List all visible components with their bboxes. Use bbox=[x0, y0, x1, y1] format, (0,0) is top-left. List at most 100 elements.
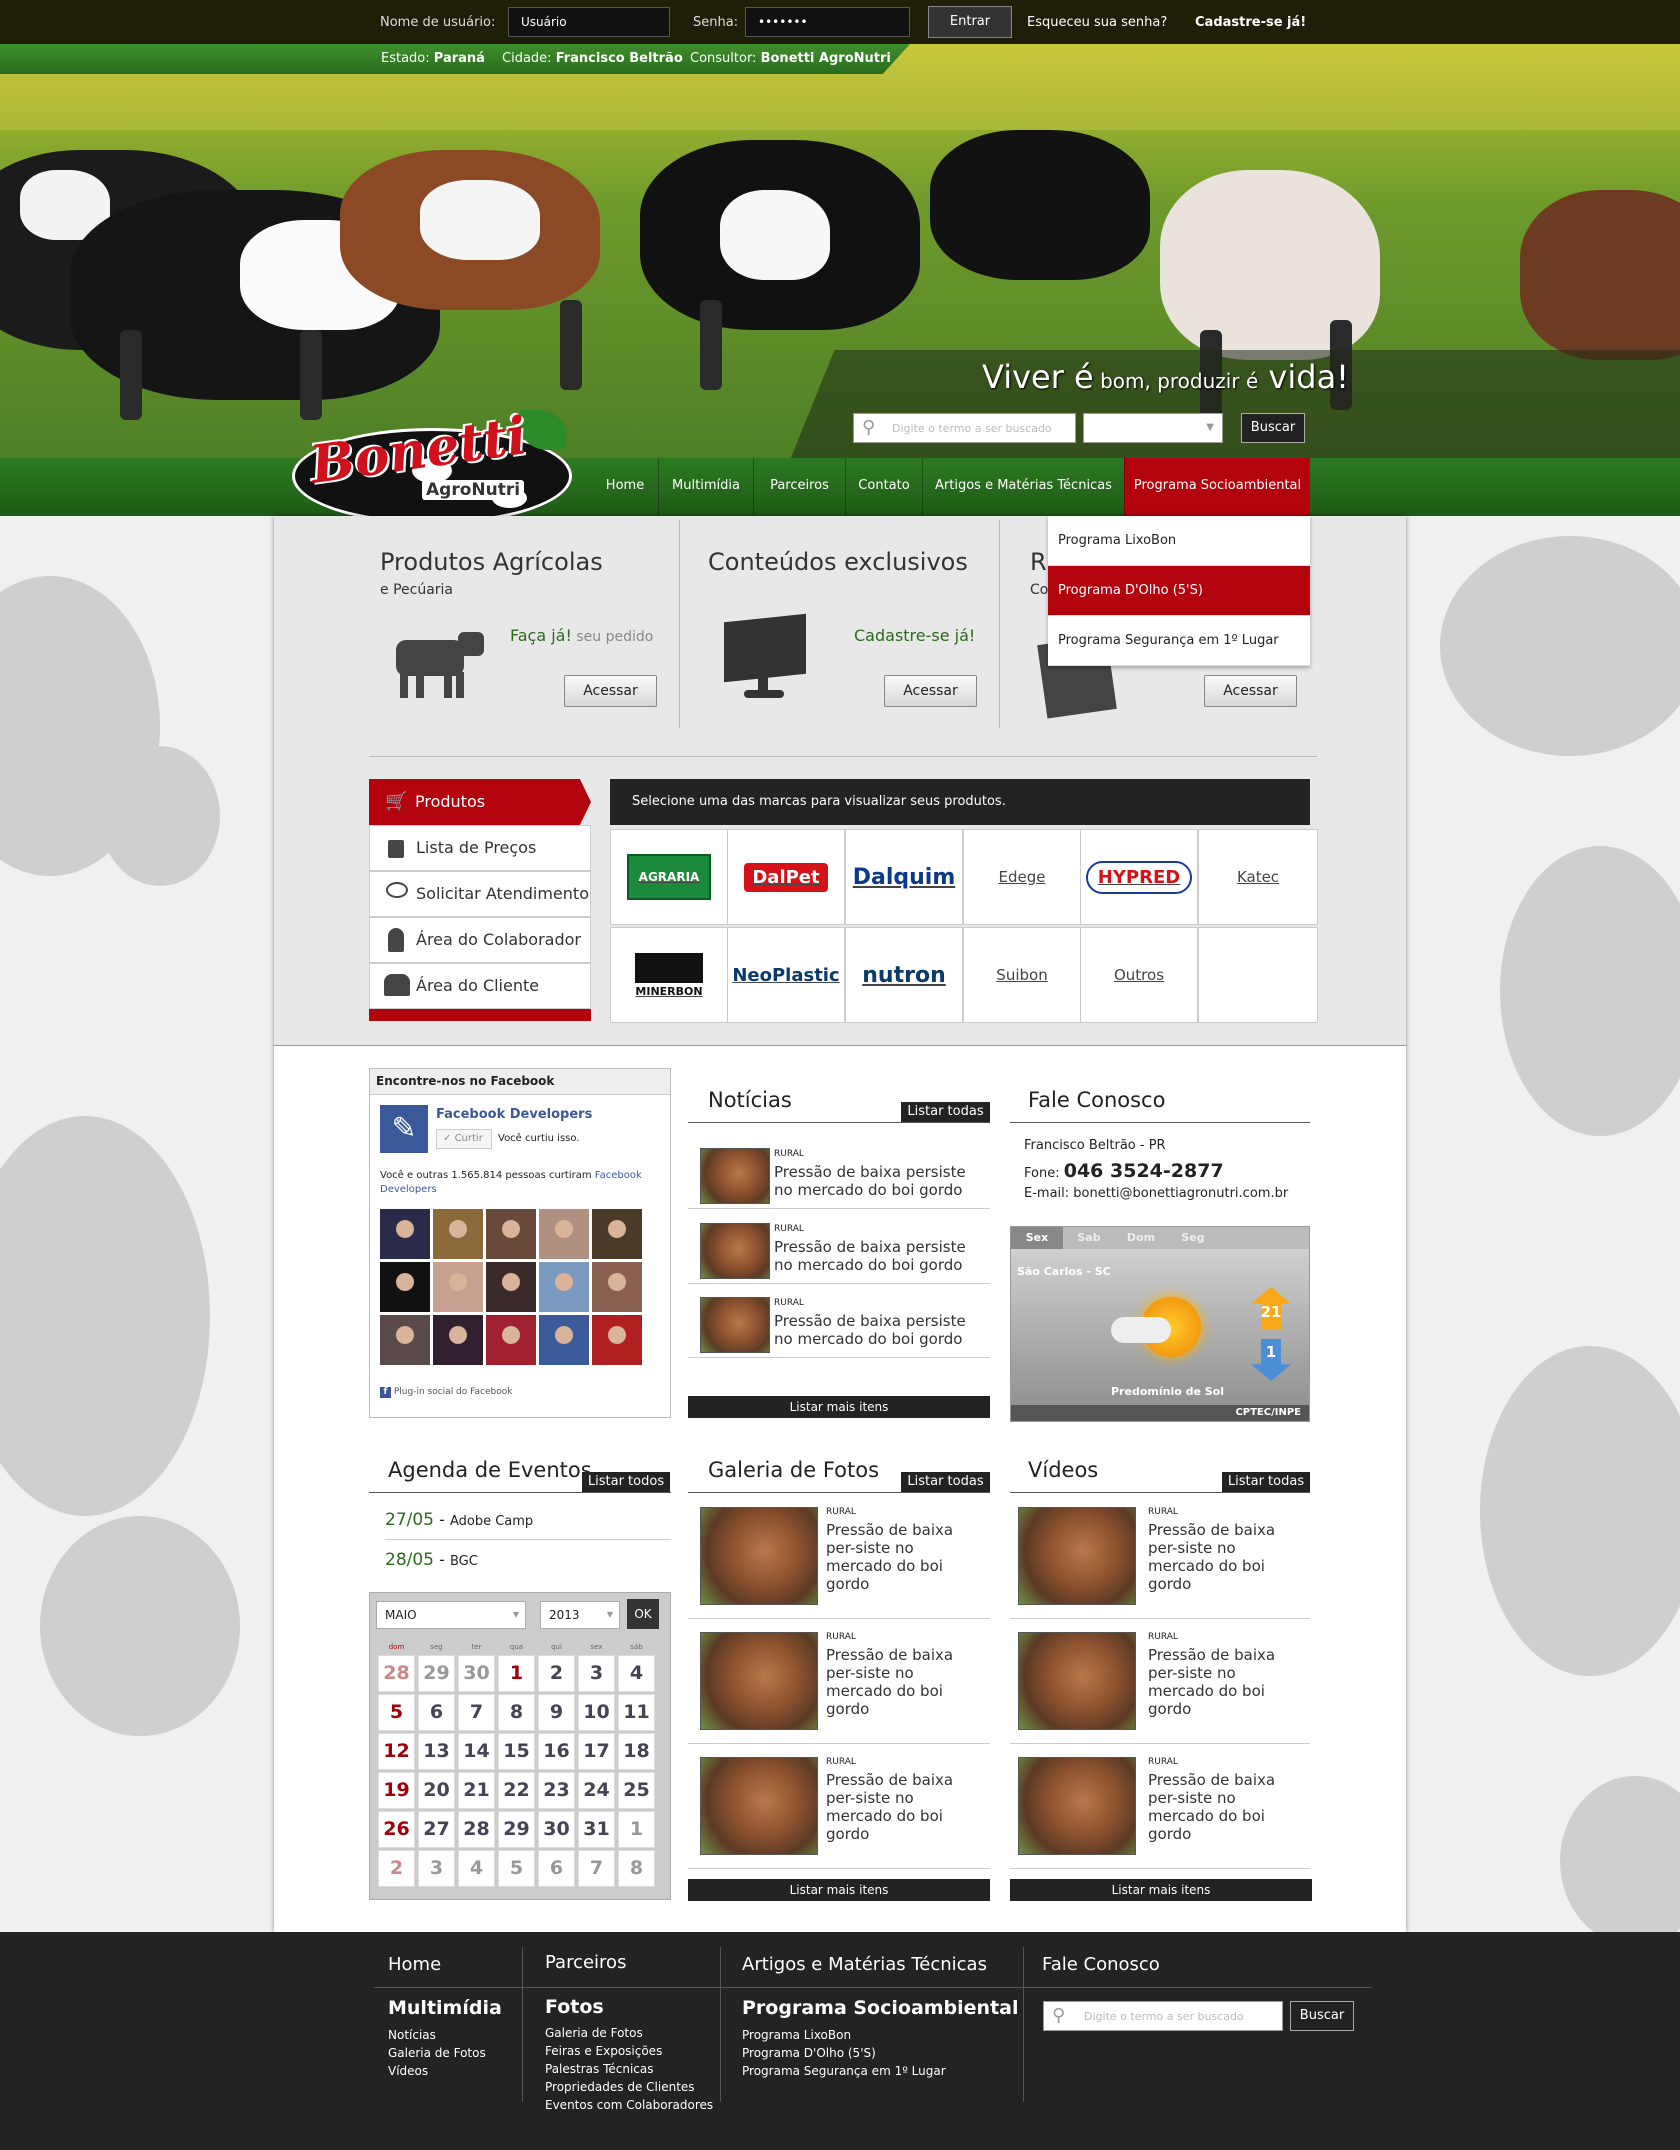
facebook-fan-avatar[interactable] bbox=[486, 1262, 536, 1312]
side-menu-produtos[interactable]: 🛒 Produtos bbox=[369, 779, 591, 825]
calendar-day[interactable]: 22 bbox=[498, 1772, 535, 1809]
footer-multimidia[interactable]: Multimídia bbox=[388, 1997, 502, 2019]
photo-thumbnail[interactable] bbox=[700, 1757, 818, 1855]
facebook-fan-avatar[interactable] bbox=[433, 1315, 483, 1365]
calendar-day[interactable]: 28 bbox=[378, 1655, 415, 1692]
weather-day-tab[interactable]: Dom bbox=[1115, 1227, 1167, 1249]
forgot-password-link[interactable]: Esqueceu sua senha? bbox=[1027, 15, 1167, 30]
calendar-day[interactable]: 8 bbox=[618, 1850, 655, 1887]
side-menu-lista-precos[interactable]: Lista de Preços bbox=[369, 825, 591, 871]
username-input[interactable]: Usuário bbox=[508, 7, 670, 37]
nav-artigos[interactable]: Artigos e Matérias Técnicas bbox=[922, 458, 1124, 516]
photo-thumbnail[interactable] bbox=[1018, 1507, 1136, 1605]
brand-cell-katec[interactable]: Katec bbox=[1198, 829, 1318, 925]
facebook-page-avatar[interactable]: ✎ bbox=[380, 1105, 428, 1153]
news-more-button[interactable]: Listar mais itens bbox=[688, 1396, 990, 1418]
weather-day-tab[interactable]: Sab bbox=[1063, 1227, 1115, 1249]
item-headline[interactable]: Pressão de baixa persiste no mercado do … bbox=[774, 1163, 979, 1199]
dropdown-item-lixobon[interactable]: Programa LixoBon bbox=[1048, 516, 1310, 566]
calendar-day[interactable]: 4 bbox=[618, 1655, 655, 1692]
password-input[interactable]: ••••••• bbox=[745, 7, 910, 37]
photo-thumbnail[interactable] bbox=[700, 1632, 818, 1730]
footer-link[interactable]: Galeria de Fotos bbox=[545, 2026, 643, 2040]
item-headline[interactable]: Pressão de baixa per-siste no mercado do… bbox=[826, 1646, 976, 1718]
calendar-day[interactable]: 17 bbox=[578, 1733, 615, 1770]
calendar-day[interactable]: 16 bbox=[538, 1733, 575, 1770]
footer-parceiros[interactable]: Parceiros bbox=[545, 1952, 626, 1973]
footer-link[interactable]: Propriedades de Clientes bbox=[545, 2080, 695, 2094]
facebook-fan-avatar[interactable] bbox=[433, 1262, 483, 1312]
photo-thumbnail[interactable] bbox=[700, 1223, 770, 1279]
footer-search-button[interactable]: Buscar bbox=[1290, 2001, 1354, 2031]
calendar-day[interactable]: 3 bbox=[418, 1850, 455, 1887]
acessar-third-button[interactable]: Acessar bbox=[1204, 675, 1297, 707]
calendar-day[interactable]: 29 bbox=[498, 1811, 535, 1848]
item-headline[interactable]: Pressão de baixa per-siste no mercado do… bbox=[826, 1521, 976, 1593]
calendar-day[interactable]: 31 bbox=[578, 1811, 615, 1848]
gallery-item[interactable]: RURAL Pressão de baixa per-siste no merca… bbox=[688, 1620, 990, 1744]
footer-programa[interactable]: Programa Socioambiental bbox=[742, 1997, 1019, 2019]
photo-thumbnail[interactable] bbox=[1018, 1757, 1136, 1855]
dropdown-item-dolho[interactable]: Programa D'Olho (5'S) bbox=[1048, 566, 1310, 616]
videos-item[interactable]: RURAL Pressão de baixa per-siste no merca… bbox=[1010, 1495, 1310, 1619]
nav-programa-socioambiental[interactable]: Programa Socioambiental bbox=[1124, 458, 1310, 516]
calendar-day[interactable]: 6 bbox=[418, 1694, 455, 1731]
calendar-day[interactable]: 1 bbox=[618, 1811, 655, 1848]
brand-cell-neoplastic[interactable]: NeoPlastic bbox=[727, 927, 845, 1023]
calendar-day[interactable]: 9 bbox=[538, 1694, 575, 1731]
footer-home[interactable]: Home bbox=[388, 1954, 441, 1975]
calendar-day[interactable]: 29 bbox=[418, 1655, 455, 1692]
calendar-day[interactable]: 30 bbox=[458, 1655, 495, 1692]
gallery-list-all-button[interactable]: Listar todas bbox=[901, 1472, 990, 1492]
item-headline[interactable]: Pressão de baixa per-siste no mercado do… bbox=[1148, 1521, 1298, 1593]
calendar-day[interactable]: 5 bbox=[378, 1694, 415, 1731]
calendar-day[interactable]: 21 bbox=[458, 1772, 495, 1809]
calendar-day[interactable]: 23 bbox=[538, 1772, 575, 1809]
brand-cell-agraria[interactable]: AGRARIA bbox=[610, 829, 728, 925]
side-menu-cliente[interactable]: Área do Cliente bbox=[369, 963, 591, 1009]
brand-cell-outros[interactable]: Outros bbox=[1080, 927, 1198, 1023]
calendar-day[interactable]: 10 bbox=[578, 1694, 615, 1731]
calendar-day[interactable]: 12 bbox=[378, 1733, 415, 1770]
news-item[interactable]: RURAL Pressão de baixa persiste no mercad… bbox=[688, 1209, 990, 1284]
news-item[interactable]: RURAL Pressão de baixa persiste no mercad… bbox=[688, 1134, 990, 1209]
facebook-fan-avatar[interactable] bbox=[539, 1262, 589, 1312]
facebook-fan-avatar[interactable] bbox=[539, 1315, 589, 1365]
nav-multimidia[interactable]: Multimídia bbox=[658, 458, 753, 516]
brand-cell-edege[interactable]: Edege bbox=[963, 829, 1081, 925]
side-menu-solicitar[interactable]: Solicitar Atendimento bbox=[369, 871, 591, 917]
photo-thumbnail[interactable] bbox=[700, 1148, 770, 1204]
footer-link[interactable]: Vídeos bbox=[388, 2064, 428, 2078]
footer-link[interactable]: Programa LixoBon bbox=[742, 2028, 851, 2042]
event-item[interactable]: 28/05 - BGC bbox=[385, 1550, 671, 1580]
facebook-like-button[interactable]: ✓ Curtir bbox=[436, 1129, 492, 1149]
item-headline[interactable]: Pressão de baixa per-siste no mercado do… bbox=[1148, 1771, 1298, 1843]
calendar-day[interactable]: 24 bbox=[578, 1772, 615, 1809]
calendar-day[interactable]: 1 bbox=[498, 1655, 535, 1692]
item-headline[interactable]: Pressão de baixa persiste no mercado do … bbox=[774, 1238, 979, 1274]
calendar-day[interactable]: 8 bbox=[498, 1694, 535, 1731]
videos-list-all-button[interactable]: Listar todas bbox=[1222, 1472, 1310, 1492]
calendar-day[interactable]: 4 bbox=[458, 1850, 495, 1887]
footer-artigos[interactable]: Artigos e Matérias Técnicas bbox=[742, 1954, 987, 1975]
calendar-day[interactable]: 28 bbox=[458, 1811, 495, 1848]
hero-category-select[interactable]: ▼ bbox=[1083, 413, 1223, 443]
footer-link[interactable]: Feiras e Exposições bbox=[545, 2044, 662, 2058]
photo-thumbnail[interactable] bbox=[1018, 1632, 1136, 1730]
calendar-day[interactable]: 2 bbox=[538, 1655, 575, 1692]
footer-link[interactable]: Palestras Técnicas bbox=[545, 2062, 654, 2076]
facebook-fan-avatar[interactable] bbox=[380, 1315, 430, 1365]
calendar-day[interactable]: 14 bbox=[458, 1733, 495, 1770]
facebook-fan-avatar[interactable] bbox=[592, 1315, 642, 1365]
news-item[interactable]: RURAL Pressão de baixa persiste no mercad… bbox=[688, 1283, 990, 1358]
calendar-day[interactable]: 5 bbox=[498, 1850, 535, 1887]
gallery-item[interactable]: RURAL Pressão de baixa per-siste no merca… bbox=[688, 1745, 990, 1869]
weather-day-tab[interactable]: Sex bbox=[1011, 1227, 1063, 1249]
photo-thumbnail[interactable] bbox=[700, 1297, 770, 1353]
events-list-all-button[interactable]: Listar todos bbox=[582, 1472, 670, 1492]
item-headline[interactable]: Pressão de baixa per-siste no mercado do… bbox=[1148, 1646, 1298, 1718]
acessar-produtos-button[interactable]: Acessar bbox=[564, 675, 657, 707]
facebook-fan-avatar[interactable] bbox=[380, 1209, 430, 1259]
nav-parceiros[interactable]: Parceiros bbox=[753, 458, 845, 516]
gallery-more-button[interactable]: Listar mais itens bbox=[688, 1879, 990, 1901]
